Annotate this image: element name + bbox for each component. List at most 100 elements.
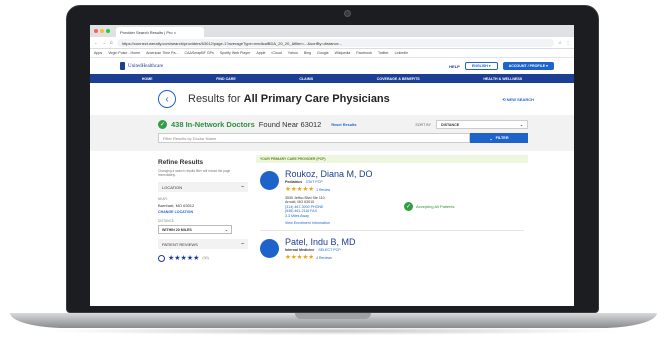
filter-button[interactable]: ⌄ FILTER — [470, 133, 528, 143]
nav-claims[interactable]: CLAIMS — [299, 77, 313, 81]
help-link[interactable]: HELP — [449, 64, 460, 69]
collapse-icon: – — [241, 184, 244, 190]
reviews-link[interactable]: 4 Reviews — [316, 256, 332, 260]
nav-coverage[interactable]: COVERAGE & BENEFITS — [377, 77, 420, 81]
avatar — [260, 171, 279, 190]
reviews-section-header[interactable]: PATIENT REVIEWS – — [158, 239, 248, 249]
refine-subtext: Changing a search results filter will re… — [158, 169, 231, 177]
sort-value: DISTANCE — [441, 123, 460, 127]
edit-pcp-link[interactable]: EDIT PCP — [306, 180, 323, 184]
near-value: Barnhart, MO 63012 — [158, 203, 195, 208]
avatar — [260, 239, 279, 259]
accepting-label: Accepting All Patients — [416, 204, 455, 209]
doctor-name[interactable]: Patel, Indu B, MD — [285, 237, 356, 247]
title-left: ‹ Results for All Primary Care Physician… — [158, 90, 390, 108]
back-arrow-icon[interactable]: ← — [94, 40, 98, 45]
logo[interactable]: UnitedHealthcare — [120, 62, 163, 70]
language-button[interactable]: ENGLISH ▾ — [464, 62, 498, 70]
reload-icon[interactable]: C — [110, 40, 113, 45]
laptop-shadow — [40, 327, 627, 335]
distance-select[interactable]: WITHIN 20 MILES ⌄ — [158, 225, 232, 234]
doctor-card[interactable]: Patel, Indu B, MD Internal Medicine SELEC… — [256, 231, 528, 261]
distance-link[interactable]: 3.3 Miles Away — [285, 214, 373, 218]
doctor-name[interactable]: Roukoz, Diana M, DO — [285, 169, 373, 179]
doctor-specialty-row: Internal Medicine SELECT PCP — [285, 248, 356, 252]
laptop-mockup: Provider Search Results | Pro × ← → C ht… — [0, 0, 667, 354]
filter-row: Filter Results by Doctor Name ⌄ FILTER — [158, 133, 528, 143]
bookmark-item[interactable]: Spotify Web Player — [220, 51, 251, 55]
reviews-link[interactable]: 1 Review — [316, 188, 330, 192]
laptop-notch — [295, 313, 371, 319]
rating-stars-icon: ★★★★★ 1 Review — [285, 186, 331, 193]
nav-find-care[interactable]: FIND CARE — [216, 77, 236, 81]
bookmark-item[interactable]: Virgin Pulse - Home — [108, 51, 140, 55]
chevron-left-icon[interactable]: ‹ — [158, 90, 176, 108]
main-nav: HOME FIND CARE CLAIMS COVERAGE & BENEFIT… — [90, 74, 574, 83]
sort-select[interactable]: DISTANCE ⌄ — [436, 120, 528, 129]
radio-button[interactable] — [158, 254, 165, 262]
title-row: ‹ Results for All Primary Care Physician… — [90, 83, 574, 115]
browser-tab[interactable]: Provider Search Results | Pro × — [116, 27, 204, 37]
star-filter-option[interactable]: ★★★★★ (90) — [158, 254, 248, 262]
bookmark-item[interactable]: American Time Pa... — [146, 51, 178, 55]
results-count: ✓ 438 In-Network Doctors Found Near 6301… — [158, 120, 356, 129]
reviews-header-label: PATIENT REVIEWS — [162, 241, 198, 247]
bookmark-item[interactable]: iCloud — [272, 51, 282, 55]
reset-results-link[interactable]: Reset Results — [331, 123, 356, 127]
count-bold: 438 In-Network Doctors — [171, 120, 255, 129]
doctor-specialty: Pediatrics — [285, 180, 303, 184]
forward-arrow-icon[interactable]: → — [102, 40, 106, 45]
filter-input[interactable]: Filter Results by Doctor Name — [158, 133, 470, 143]
bookmark-item[interactable]: Apple — [256, 51, 265, 55]
pcp-banner: YOUR PRIMARY CARE PROVIDER (PCP) — [256, 155, 528, 163]
doctor-card[interactable]: Roukoz, Diana M, DO Pediatrics EDIT PCP ★… — [256, 163, 528, 225]
bookmark-item[interactable]: Twitter — [378, 51, 389, 55]
tab-title: Provider Search Results | Pro — [120, 30, 173, 35]
doctor-info: Roukoz, Diana M, DO Pediatrics EDIT PCP ★… — [285, 169, 373, 225]
close-window-icon[interactable] — [94, 29, 98, 33]
distance-label: DISTANCE — [158, 219, 174, 223]
doctor-address: 3530 Jeffco Blvd Ste 110 Arnold, MO 6301… — [285, 196, 373, 225]
title-bold: All Primary Care Physicians — [243, 93, 390, 105]
star-icon[interactable]: ☆ — [558, 40, 562, 45]
nav-health[interactable]: HEALTH & WELLNESS — [483, 77, 522, 81]
sort-label: SORT BY — [415, 122, 431, 127]
url-field[interactable]: https://connect.werally.com/search/provi… — [116, 38, 555, 47]
bookmarks-bar: Apps Virgin Pulse - Home American Time P… — [90, 49, 574, 58]
window-controls — [94, 25, 110, 37]
maximize-window-icon[interactable] — [106, 29, 110, 33]
select-pcp-link[interactable]: SELECT PCP — [318, 248, 340, 252]
filter-label: FILTER — [495, 136, 509, 140]
bookmark-item[interactable]: Wikipedia — [335, 51, 351, 55]
new-search-label: NEW SEARCH — [506, 96, 534, 102]
change-location-link[interactable]: CHANGE LOCATION — [158, 210, 248, 214]
near-label: NEAR: — [158, 197, 168, 201]
accepting-patients-badge: ✓ Accepting All Patients — [404, 202, 454, 211]
location-section-header[interactable]: LOCATION – — [158, 182, 248, 192]
bookmark-item[interactable]: Apps — [94, 51, 102, 55]
results-list: YOUR PRIMARY CARE PROVIDER (PCP) Roukoz,… — [256, 155, 528, 262]
new-search-link[interactable]: ⟲ NEW SEARCH — [502, 97, 534, 102]
rating-stars-icon: ★★★★★ 4 Reviews — [285, 254, 332, 262]
bookmark-item[interactable]: Google — [317, 51, 329, 55]
bookmark-item[interactable]: Yahoo — [288, 51, 298, 55]
check-icon: ✓ — [158, 120, 167, 129]
sort-control: SORT BY DISTANCE ⌄ — [415, 120, 528, 129]
content: Refine Results Changing a search results… — [90, 151, 574, 262]
camera-icon — [344, 10, 351, 17]
browser-tabbar: Provider Search Results | Pro × — [90, 25, 574, 37]
bookmark-item[interactable]: Bing — [304, 51, 311, 55]
bookmark-item[interactable]: Facebook — [356, 51, 372, 55]
account-button[interactable]: ACCOUNT / PROFILE ▾ — [502, 62, 554, 70]
chevron-down-icon: ⌄ — [489, 136, 493, 141]
chevron-down-icon: ⌄ — [519, 123, 523, 127]
chevron-down-icon: ⌄ — [224, 228, 228, 232]
bookmark-item[interactable]: LinkedIn — [395, 51, 409, 55]
enrollment-link[interactable]: View Enrollment Information — [285, 221, 373, 225]
five-star-icon: ★★★★★ — [168, 255, 200, 262]
menu-icon[interactable]: ⋮ — [566, 40, 570, 45]
minimize-window-icon[interactable] — [100, 29, 104, 33]
nav-home[interactable]: HOME — [142, 77, 153, 81]
bookmark-item[interactable]: CAASmapBF GPs — [184, 51, 213, 55]
collapse-icon: – — [241, 241, 244, 247]
